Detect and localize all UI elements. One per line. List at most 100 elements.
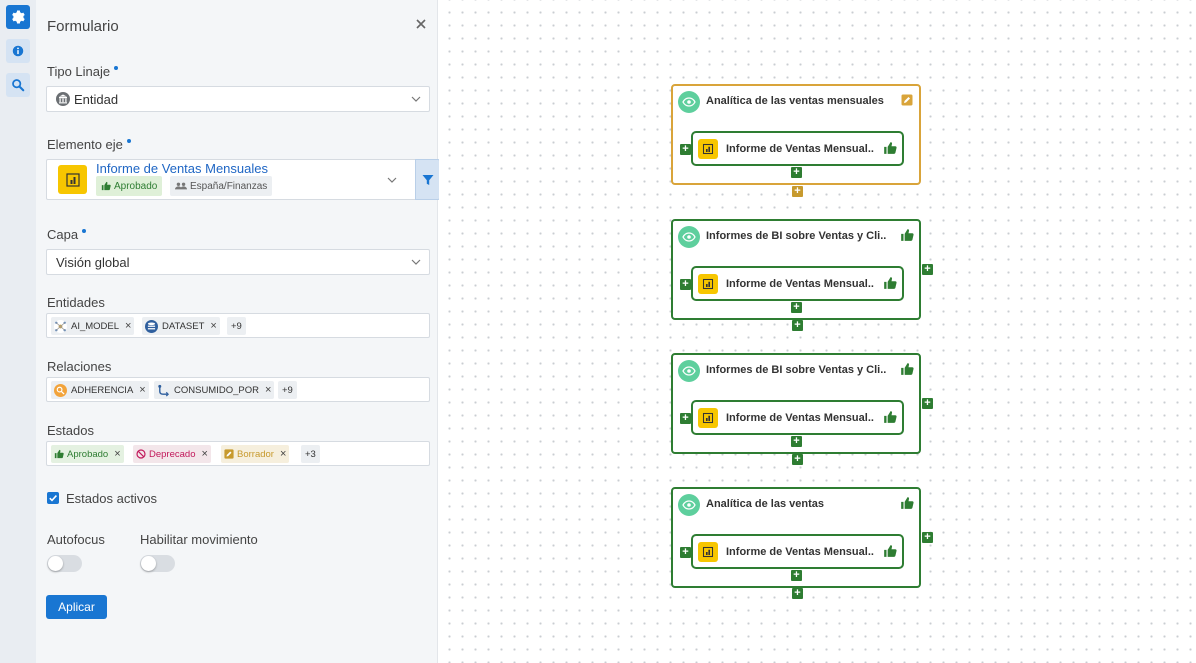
movimiento-toggle[interactable] [140,555,175,572]
estados-activos-checkbox[interactable] [47,492,59,504]
node-title: Analítica de las ventas [706,498,824,510]
tipo-linaje-label: Tipo Linaje [47,64,119,79]
thumbs-up-icon [884,545,897,557]
chevron-down-icon [411,96,421,102]
apply-button[interactable]: Aplicar [46,595,107,619]
expand-node-button[interactable]: + [792,186,803,197]
info-icon[interactable] [6,39,30,63]
powerbi-icon [698,542,718,562]
lineage-node[interactable]: Informes de BI sobre Ventas y Cli.. Info… [671,219,921,320]
gear-icon[interactable] [6,5,30,29]
remove-tag-icon[interactable]: × [201,448,207,460]
tipo-linaje-select[interactable]: Entidad [46,86,430,112]
thumbs-up-icon [884,142,897,154]
estados-activos-label: Estados activos [66,491,158,506]
status-badge: Aprobado [96,176,163,196]
capa-select[interactable]: Visión global [46,249,430,275]
expand-node-button[interactable]: + [792,454,803,465]
tag-dataset: DATASET × [142,317,220,335]
more-tags[interactable]: +3 [301,445,320,463]
analytics-icon [678,226,700,248]
report-title: Informe de Ventas Mensual.. [726,278,874,290]
node-title: Informes de BI sobre Ventas y Cli.. [706,364,887,376]
report-node[interactable]: Informe de Ventas Mensual.. [691,131,904,166]
report-node[interactable]: Informe de Ventas Mensual.. [691,400,904,435]
more-tags[interactable]: +9 [278,381,297,399]
expand-down-button[interactable]: + [791,167,802,178]
expand-left-button[interactable]: + [680,547,691,558]
elemento-eje-label: Elemento eje [47,137,131,152]
expand-down-button[interactable]: + [791,436,802,447]
remove-tag-icon[interactable]: × [114,448,120,460]
expand-right-button[interactable]: + [922,264,933,275]
pencil-icon [900,93,914,107]
analytics-icon [678,360,700,382]
form-panel: Formulario Tipo Linaje Entidad Elemento … [36,0,440,663]
users-icon [175,182,187,190]
lineage-node[interactable]: Analítica de las ventas mensuales Inform… [671,84,921,185]
consumido-por-icon [157,384,170,397]
report-node[interactable]: Informe de Ventas Mensual.. [691,266,904,301]
powerbi-icon [698,139,718,159]
thumbs-up-icon [54,449,64,459]
expand-left-button[interactable]: + [680,279,691,290]
panel-title: Formulario [47,18,119,35]
report-node[interactable]: Informe de Ventas Mensual.. [691,534,904,569]
search-icon[interactable] [6,73,30,97]
adherencia-icon [54,383,67,397]
node-title: Analítica de las ventas mensuales [706,95,884,107]
more-tags[interactable]: +9 [227,317,246,335]
remove-tag-icon[interactable]: × [280,448,286,460]
capa-value: Visión global [56,254,130,270]
tag-adherencia: ADHERENCIA × [51,381,149,399]
thumbs-up-icon [101,181,111,191]
remove-tag-icon[interactable]: × [125,320,131,332]
thumbs-up-icon [901,497,914,509]
elemento-eje-select[interactable]: Informe de Ventas Mensuales Aprobado Esp… [46,159,440,200]
remove-tag-icon[interactable]: × [265,384,271,396]
forbidden-icon [136,449,146,459]
lineage-node[interactable]: Analítica de las ventas Informe de Venta… [671,487,921,588]
expand-left-button[interactable]: + [680,413,691,424]
ai-model-icon [54,319,67,333]
tag-aprobado: Aprobado × [51,445,124,463]
thumbs-up-icon [901,229,914,241]
entidades-field[interactable]: AI_MODEL × DATASET × +9 [46,313,430,338]
thumbs-up-icon [884,277,897,289]
autofocus-toggle[interactable] [47,555,82,572]
expand-down-button[interactable]: + [791,570,802,581]
lineage-canvas[interactable]: Analítica de las ventas mensuales Inform… [439,0,1196,663]
analytics-icon [678,91,700,113]
movimiento-label: Habilitar movimiento [140,532,258,547]
relaciones-field[interactable]: ADHERENCIA × CONSUMIDO_POR × +9 [46,377,430,402]
chevron-down-icon [387,177,397,183]
tag-borrador: Borrador × [221,445,290,463]
domain-badge: España/Finanzas [170,176,273,196]
expand-right-button[interactable]: + [922,532,933,543]
elemento-eje-title: Informe de Ventas Mensuales [96,161,268,176]
entidades-label: Entidades [47,295,105,310]
expand-right-button[interactable]: + [922,398,933,409]
powerbi-icon [698,274,718,294]
autofocus-label: Autofocus [47,532,105,547]
estados-label: Estados [47,423,94,438]
expand-node-button[interactable]: + [792,588,803,599]
analytics-icon [678,494,700,516]
dataset-icon [145,319,158,333]
node-title: Informes de BI sobre Ventas y Cli.. [706,230,887,242]
expand-down-button[interactable]: + [791,302,802,313]
chevron-down-icon [411,259,421,265]
powerbi-icon [698,408,718,428]
expand-left-button[interactable]: + [680,144,691,155]
remove-tag-icon[interactable]: × [210,320,216,332]
report-title: Informe de Ventas Mensual.. [726,412,874,424]
tag-consumido-por: CONSUMIDO_POR × [154,381,275,399]
estados-field[interactable]: Aprobado × Deprecado × Borrador × +3 [46,441,430,466]
filter-button[interactable] [415,159,440,200]
entity-icon [56,92,70,106]
expand-node-button[interactable]: + [792,320,803,331]
close-icon[interactable] [414,17,428,31]
lineage-node[interactable]: Informes de BI sobre Ventas y Cli.. Info… [671,353,921,454]
remove-tag-icon[interactable]: × [139,384,145,396]
icon-rail [0,0,36,663]
